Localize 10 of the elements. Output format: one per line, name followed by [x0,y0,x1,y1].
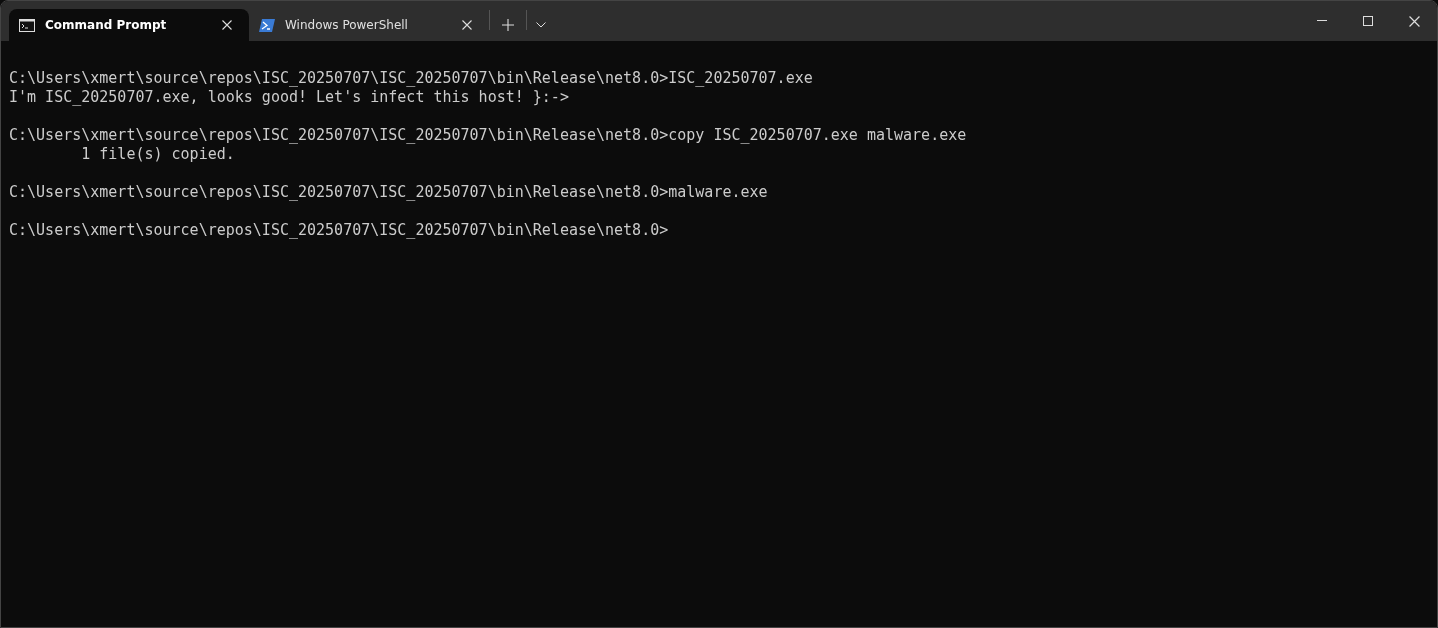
terminal-line: C:\Users\xmert\source\repos\ISC_20250707\ISC_20250707\bin\Release\net8.0>copy ISC_20250707.exe malware.exe [9,126,967,145]
powershell-icon [259,18,275,32]
terminal-line: 1 file(s) copied. [80,145,235,164]
tab[interactable]: Command Prompt [9,9,249,41]
terminal-line: C:\Users\xmert\source\repos\ISC_20250707\ISC_20250707\bin\Release\net8.0>ISC_20250707.exe [9,69,813,88]
terminal-icon [19,18,35,32]
terminal-line: I'm ISC_20250707.exe, looks good! Let's infect this host! }:-> [9,88,569,107]
tab[interactable]: Windows PowerShell [249,9,489,41]
terminal-line: C:\Users\xmert\source\repos\ISC_20250707\ISC_20250707\bin\Release\net8.0> [9,221,669,240]
terminal-line: C:\Users\xmert\source\repos\ISC_20250707\ISC_20250707\bin\Release\net8.0>malware.exe [9,183,768,202]
